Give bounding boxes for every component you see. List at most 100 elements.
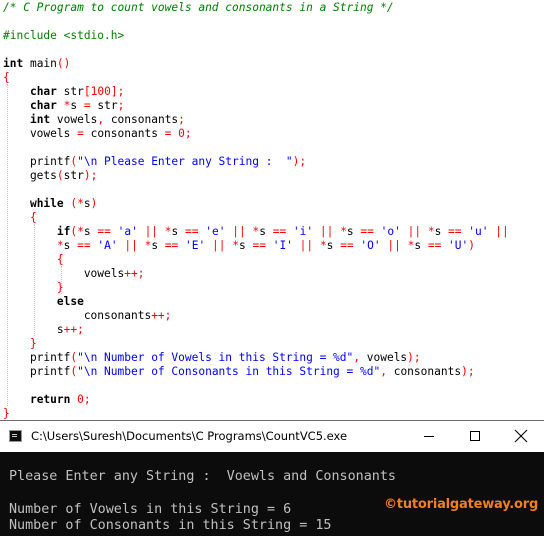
code-token: char [29,85,57,98]
code-token: ; [83,393,91,406]
code-token: 'e' [205,225,226,238]
code-token: 'I' [272,239,293,252]
code-token: || [387,239,401,252]
code-token: == [360,225,374,238]
close-icon [514,429,528,443]
maximize-button[interactable] [452,421,498,452]
code-token: == [97,225,111,238]
terminal-output[interactable]: Please Enter any String : Voewls and Con… [0,452,544,536]
code-token: s [259,225,273,238]
code-token: [ [83,85,91,98]
code-token: 'i' [292,225,314,238]
code-token: ) [407,351,414,364]
code-token: 'a' [117,225,138,238]
code-token: * [164,225,172,238]
code-token: vowels [3,267,125,280]
code-token: #include <stdio.h> [3,29,125,42]
code-token: 'u' [468,225,489,238]
window-titlebar[interactable]: C:\Users\Suresh\Documents\C Programs\Cou… [0,421,544,452]
code-token: s [346,225,361,238]
code-token: ++; [63,323,84,336]
code-token: ( [56,169,64,182]
code-token: ] [110,85,118,98]
code-line: char *s = str; [3,99,124,113]
code-token: ) [90,197,98,210]
code-token: 'o' [380,225,401,238]
code-line: printf("\n Number of Consonants in this … [3,365,475,379]
code-token: s [3,323,64,336]
code-line: { [3,211,37,225]
code-token: == [427,239,442,252]
code-token: ) [83,169,91,182]
code-token: 0 [77,393,84,406]
code-token: char [29,99,57,112]
minimize-button[interactable] [406,421,452,452]
code-token: , [353,351,361,364]
code-token: s [63,239,78,252]
code-token: == [164,239,179,252]
code-token: { [3,71,10,84]
code-token: gets [3,169,57,182]
code-token: main [23,57,57,70]
code-token: 'U' [448,239,469,252]
code-line: return 0; [3,393,91,407]
console-app-icon [9,430,22,442]
code-token: s [434,225,449,238]
console-window[interactable]: C:\Users\Suresh\Documents\C Programs\Cou… [0,420,544,536]
code-line: else [3,295,84,309]
code-token: vowels [50,113,98,126]
code-token: str [63,169,84,182]
code-line: *s == 'A' || *s == 'E' || *s == 'I' || *… [3,239,475,253]
code-token: "\n Number of Consonants in this String … [77,365,381,378]
code-token: * [77,197,84,210]
code-token: 100 [90,85,111,98]
code-token: } [56,281,64,294]
code-token: ) [461,365,468,378]
close-button[interactable] [498,421,544,452]
code-line: { [3,71,10,85]
code-token: || [232,225,246,238]
code-token: { [56,253,64,266]
code-token: ++; [124,267,145,280]
code-token: printf [3,155,71,168]
code-token: ; [117,85,125,98]
code-line: if(*s == 'a' || *s == 'e' || *s == 'i' |… [3,225,509,239]
code-token: || [299,239,314,252]
code-token: * [319,239,327,252]
code-token: int [29,113,51,126]
code-editor[interactable]: /* C Program to count vowels and consona… [0,0,544,420]
code-token: str [90,99,118,112]
code-token: { [29,211,37,224]
code-token: /* C Program to count vowels and consona… [3,1,394,14]
code-token: consonants [3,309,152,322]
code-token: str [56,85,84,98]
code-token: } [29,337,37,350]
code-token: * [232,239,239,252]
code-line: int vowels, consonants; [3,113,185,127]
code-token: * [56,239,64,252]
minimize-icon [424,436,434,437]
prompt-output-line: Please Enter any String : Voewls and Con… [9,469,396,484]
code-line: } [3,337,37,351]
code-token: == [185,225,199,238]
code-token: while [29,197,64,210]
code-line: printf("\n Please Enter any String : "); [3,155,306,169]
code-token: printf [3,351,71,364]
code-token: consonants [83,127,165,140]
code-token: * [427,225,435,238]
